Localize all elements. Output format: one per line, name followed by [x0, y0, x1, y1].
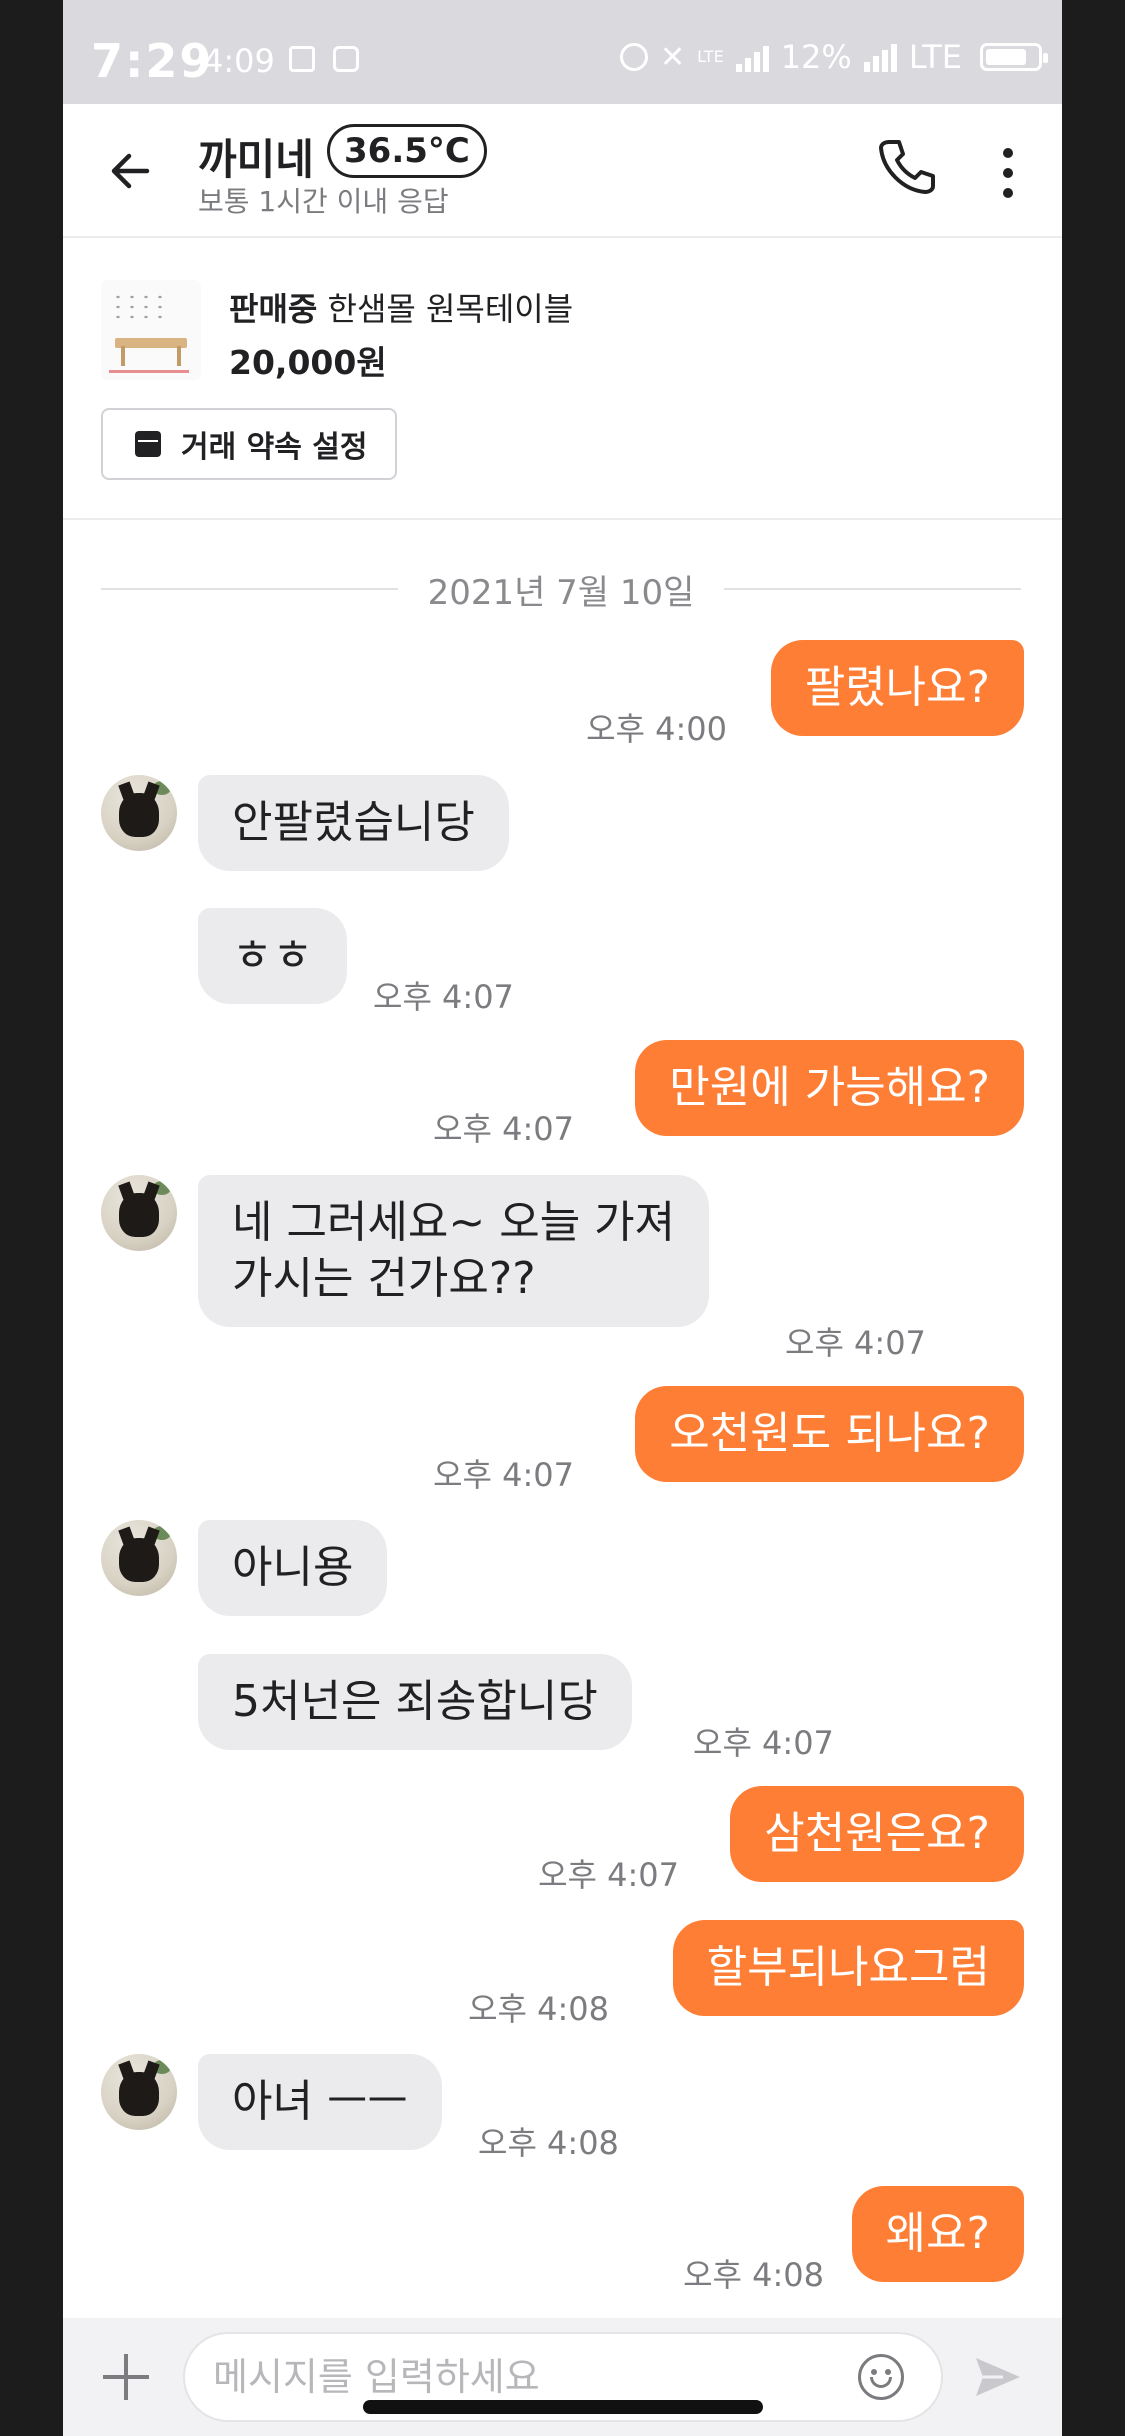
message-time: 오후 4:07 [433, 1110, 574, 1148]
chat-header: 까미네 36.5°C 보통 1시간 이내 응답 [63, 104, 1062, 238]
alarm-icon [619, 43, 648, 71]
home-indicator[interactable] [363, 2400, 763, 2414]
my-message-bubble[interactable]: 삼천원은요? [730, 1786, 1024, 1882]
manner-temperature-badge[interactable]: 36.5°C [327, 124, 487, 178]
lte-small-label: LTE [697, 47, 724, 66]
sale-status: 판매중 [229, 290, 318, 328]
my-message-bubble[interactable]: 팔렸나요? [770, 640, 1024, 736]
my-message-bubble[interactable]: 할부되나요그럼 [672, 1920, 1024, 2016]
message-time: 오후 4:08 [468, 1990, 609, 2028]
their-message-bubble[interactable]: 아녀 ㅡㅡ [198, 2054, 442, 2150]
their-message-bubble[interactable]: ㅎㅎ [198, 908, 347, 1004]
message-input-bar [63, 2318, 1062, 2436]
partner-avatar[interactable] [101, 1175, 177, 1251]
product-thumbnail[interactable] [101, 280, 201, 380]
message-time: 오후 4:00 [586, 710, 727, 748]
message-line: 가시는 건가요?? [232, 1253, 536, 1304]
message-time: 오후 4:07 [373, 978, 514, 1016]
chat-screen: 7:29 4:09 ✕ LTE 12% LTE 까미네 36.5°C 보통 1시… [63, 0, 1062, 2436]
message-time: 오후 4:07 [538, 1856, 679, 1894]
message-time: 오후 4:08 [683, 2256, 824, 2294]
date-divider: 2021년 7월 10일 [101, 564, 1022, 614]
their-message-bubble[interactable]: 안팔렸습니당 [198, 775, 509, 871]
message-time: 오후 4:07 [433, 1456, 574, 1494]
network-label: LTE [908, 38, 962, 76]
battery-percent: 12% [780, 38, 852, 76]
message-time: 오후 4:07 [785, 1324, 926, 1362]
message-list[interactable]: 2021년 7월 10일 팔렸나요? 오후 4:00 안팔렸습니당 ㅎㅎ 오후 … [63, 520, 1062, 2320]
signal-icon-1 [735, 42, 769, 72]
product-banner[interactable]: 판매중 한샘몰 원목테이블 20,000원 거래 약속 설정 [63, 238, 1062, 520]
response-time-info: 보통 1시간 이내 응답 [198, 185, 449, 218]
their-message-bubble[interactable]: 아니용 [198, 1520, 388, 1616]
product-title-line: 판매중 한샘몰 원목테이블 [229, 284, 573, 330]
their-message-bubble[interactable]: 5처넌은 죄송합니당 [198, 1654, 632, 1750]
mute-icon: ✕ [659, 39, 686, 75]
my-message-bubble[interactable]: 왜요? [851, 2186, 1024, 2282]
battery-icon [980, 43, 1048, 71]
status-bar: 7:29 4:09 ✕ LTE 12% LTE [63, 0, 1062, 104]
message-line: 네 그러세요~ 오늘 가져 [232, 1197, 676, 1248]
signal-icon-2 [863, 42, 897, 72]
gallery-notification-icon [289, 46, 315, 72]
set-deal-appointment-button[interactable]: 거래 약속 설정 [101, 408, 397, 480]
status-right: ✕ LTE 12% LTE [619, 38, 1048, 76]
date-label: 2021년 7월 10일 [427, 572, 695, 613]
partner-avatar[interactable] [101, 775, 177, 851]
chat-partner-name: 까미네 [198, 135, 314, 184]
more-vertical-icon[interactable] [998, 148, 1018, 198]
product-title: 한샘몰 원목테이블 [327, 290, 574, 328]
status-time: 4:09 [203, 42, 275, 80]
calendar-icon [135, 431, 161, 457]
partner-avatar[interactable] [101, 1520, 177, 1596]
emoji-icon[interactable] [858, 2354, 904, 2400]
their-message-bubble[interactable]: 네 그러세요~ 오늘 가져 가시는 건가요?? [198, 1175, 710, 1327]
partner-avatar[interactable] [101, 2054, 177, 2130]
send-icon[interactable] [973, 2354, 1023, 2400]
deal-button-label: 거래 약속 설정 [181, 430, 368, 465]
status-time-overlay: 7:29 [91, 34, 214, 88]
my-message-bubble[interactable]: 만원에 가능해요? [635, 1040, 1024, 1136]
message-time: 오후 4:08 [478, 2124, 619, 2162]
phone-icon[interactable] [875, 134, 939, 198]
app-notification-icon [333, 46, 359, 72]
message-time: 오후 4:07 [693, 1724, 834, 1762]
back-arrow-icon[interactable] [103, 144, 157, 198]
plus-icon[interactable] [101, 2352, 151, 2402]
my-message-bubble[interactable]: 오천원도 되나요? [635, 1386, 1024, 1482]
product-price: 20,000원 [229, 343, 387, 382]
